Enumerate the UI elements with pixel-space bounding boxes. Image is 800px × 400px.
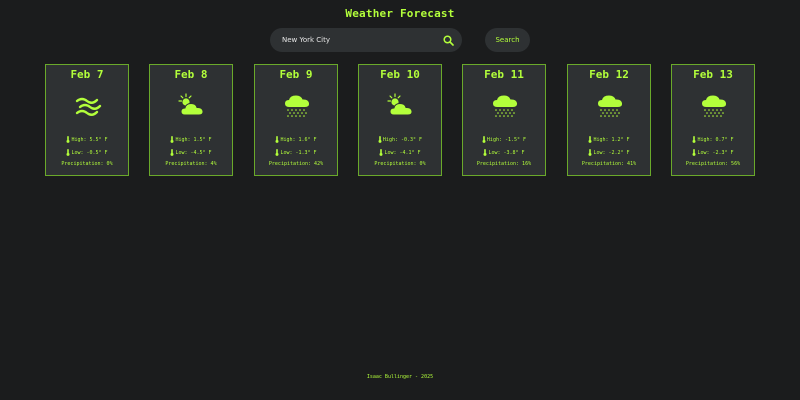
low-temp: Low: -2.3° F [672,149,754,156]
forecast-card: Feb 7 High: 5.5° F Low: -0.5° F Precipitati… [45,64,129,176]
search-button[interactable]: Search [485,28,530,52]
precipitation: Precipitation: 0% [61,161,113,167]
high-temp: High: -1.5° F [463,136,545,143]
precipitation: Precipitation: 56% [685,161,741,167]
fog-icon [73,93,103,119]
forecast-card: Feb 9 High: 1.6° F Low: -1.3° F Precipitati… [254,64,338,176]
search-bar[interactable] [270,28,462,52]
snow-icon [595,93,625,119]
forecast-date: Feb 11 [484,68,524,81]
forecast-card: Feb 8 High: 1.5° F Low: -4.5° F Precipitati… [149,64,233,176]
forecast-card: Feb 10 High: -0.3° F Low: -4.1° F Precipita… [358,64,442,176]
search-icon[interactable] [442,34,454,46]
high-temp-text: High: -1.5° F [486,137,527,143]
low-temp: Low: -3.8° F [463,149,545,156]
low-temp-text: Low: -3.8° F [488,150,525,156]
high-temp: High: 1.6° F [255,136,337,143]
low-temp: Low: -4.5° F [150,149,232,156]
low-temp-text: Low: -2.2° F [593,150,630,156]
snow-icon [282,93,312,119]
high-temp: High: -0.3° F [359,136,441,143]
low-temp-text: Low: -4.1° F [384,150,421,156]
precipitation: Precipitation: 42% [268,161,324,167]
high-temp: High: 0.7° F [672,136,754,143]
partly-sunny-icon [177,93,207,119]
search-input[interactable] [282,36,442,44]
footer-credit: Isaac Bullinger - 2025 [366,374,434,380]
precipitation: Precipitation: 4% [165,161,217,167]
low-temp-text: Low: -1.3° F [280,150,317,156]
precipitation: Precipitation: 41% [581,161,637,167]
precipitation: Precipitation: 16% [476,161,532,167]
high-temp-text: High: 0.7° F [697,137,734,143]
precipitation: Precipitation: 0% [374,161,426,167]
snow-icon [699,93,729,119]
forecast-card: Feb 13 High: 0.7° F Low: -2.3° F Precipitat… [671,64,755,176]
forecast-cards: Feb 7 High: 5.5° F Low: -0.5° F Precipitati… [45,64,755,176]
high-temp-text: High: 1.2° F [593,137,630,143]
low-temp: Low: -4.1° F [359,149,441,156]
partly-sunny-icon [386,93,416,119]
low-temp-text: Low: -4.5° F [175,150,212,156]
forecast-card: Feb 11 High: -1.5° F Low: -3.8° F Precipita… [462,64,546,176]
forecast-date: Feb 8 [174,68,208,81]
low-temp: Low: -1.3° F [255,149,337,156]
forecast-date: Feb 7 [70,68,104,81]
page-title: Weather Forecast [345,7,455,20]
high-temp-text: High: 1.6° F [280,137,317,143]
low-temp-text: Low: -2.3° F [697,150,734,156]
forecast-date: Feb 13 [693,68,733,81]
low-temp: Low: -2.2° F [568,149,650,156]
high-temp: High: 1.5° F [150,136,232,143]
weather-app: Weather Forecast Search Feb 7 High: 5.5° … [0,0,800,400]
forecast-date: Feb 9 [279,68,313,81]
forecast-date: Feb 10 [380,68,420,81]
forecast-date: Feb 12 [589,68,629,81]
high-temp-text: High: 1.5° F [175,137,212,143]
high-temp: High: 5.5° F [46,136,128,143]
snow-icon [490,93,520,119]
low-temp-text: Low: -0.5° F [71,150,108,156]
forecast-card: Feb 12 High: 1.2° F Low: -2.2° F Precipitat… [567,64,651,176]
high-temp-text: High: 5.5° F [71,137,108,143]
low-temp: Low: -0.5° F [46,149,128,156]
high-temp-text: High: -0.3° F [382,137,423,143]
high-temp: High: 1.2° F [568,136,650,143]
